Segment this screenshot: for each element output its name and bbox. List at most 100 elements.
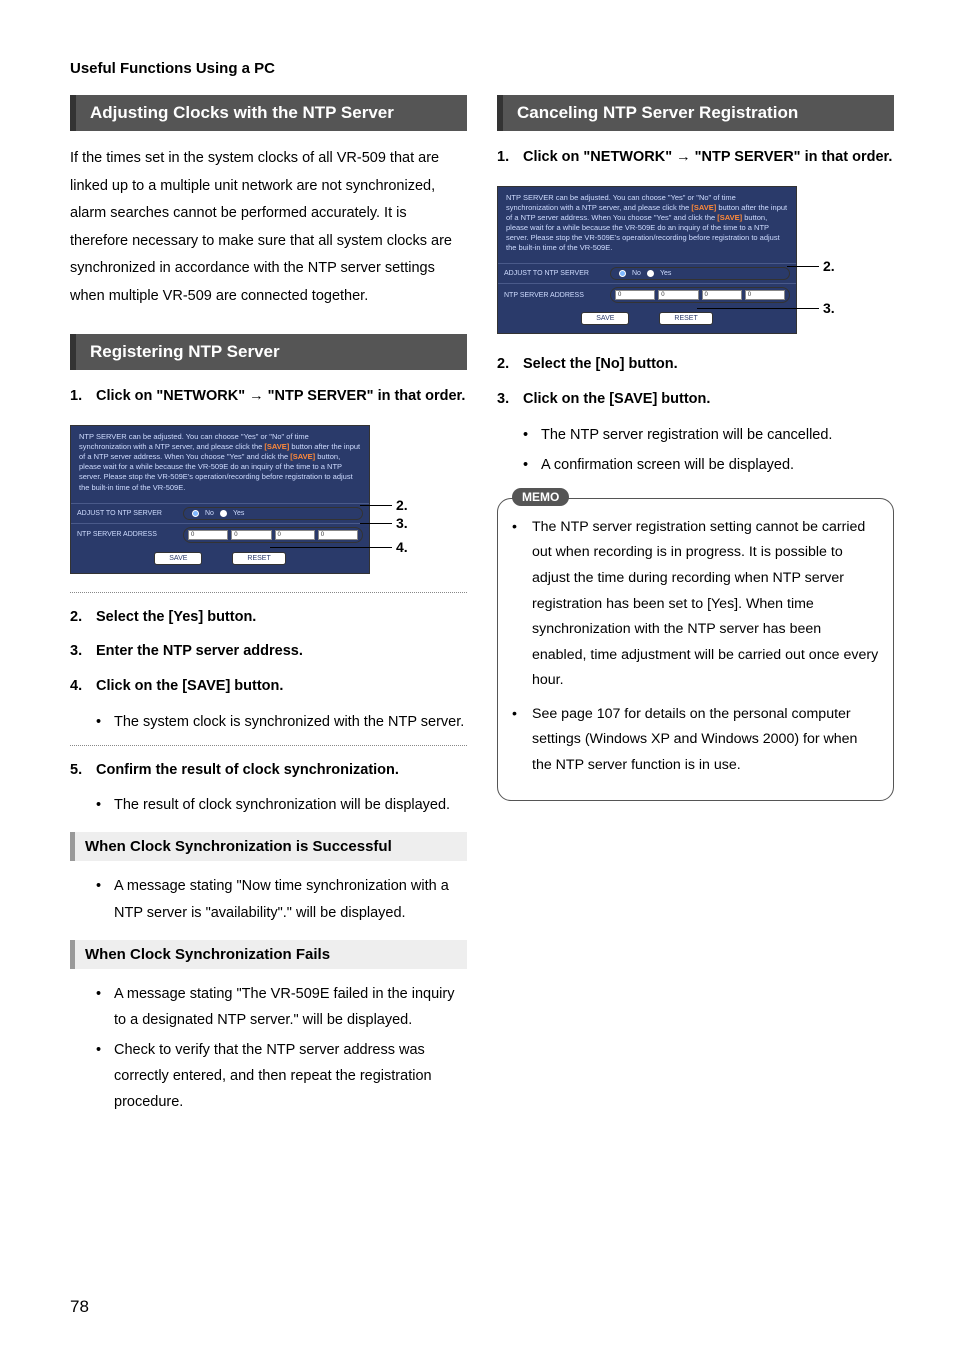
step1-post: "NTP SERVER" in that order. bbox=[691, 149, 893, 165]
reg-steps: 1. Click on "NETWORK" → "NTP SERVER" in … bbox=[70, 384, 467, 409]
step-number: 4. bbox=[70, 674, 96, 699]
memo-text: See page 107 for details on the personal… bbox=[532, 702, 879, 779]
callout-line-3 bbox=[360, 523, 392, 525]
row-address: NTP SERVER ADDRESS 0 0 0 0 bbox=[71, 523, 369, 546]
memo-item: The NTP server registration setting cann… bbox=[512, 515, 879, 694]
save-button[interactable]: SAVE bbox=[154, 552, 202, 565]
radio-no-icon[interactable] bbox=[192, 510, 199, 517]
ip-input-group[interactable]: 0 0 0 0 bbox=[610, 287, 790, 303]
memo-list: The NTP server registration setting cann… bbox=[512, 515, 879, 779]
reg-step-3: 3. Enter the NTP server address. bbox=[70, 639, 467, 664]
reg-step-1: 1. Click on "NETWORK" → "NTP SERVER" in … bbox=[70, 384, 467, 409]
step-text: Confirm the result of clock synchronizat… bbox=[96, 758, 467, 783]
step-text: Click on "NETWORK" → "NTP SERVER" in tha… bbox=[96, 384, 467, 409]
desc-save-1: [SAVE] bbox=[264, 442, 289, 451]
row-adjust: ADJUST TO NTP SERVER No Yes bbox=[71, 503, 369, 523]
arrow-icon: → bbox=[676, 149, 691, 165]
memo-item: See page 107 for details on the personal… bbox=[512, 702, 879, 779]
reg-step-4: 4. Click on the [SAVE] button. bbox=[70, 674, 467, 699]
dotted-separator bbox=[70, 592, 467, 593]
callout-line-4 bbox=[270, 547, 392, 549]
right-column: Canceling NTP Server Registration 1. Cli… bbox=[497, 95, 894, 1125]
ip-seg-4[interactable]: 0 bbox=[318, 530, 358, 540]
step-number: 3. bbox=[70, 639, 96, 664]
radio-no-icon[interactable] bbox=[619, 270, 626, 277]
cancel-step-3: 3. Click on the [SAVE] button. bbox=[497, 387, 894, 412]
row-address: NTP SERVER ADDRESS 0 0 0 0 bbox=[498, 283, 796, 306]
ntp-screenshot-cancel: NTP SERVER can be adjusted. You can choo… bbox=[497, 186, 894, 335]
cancel-step3-sub: The NTP server registration will be canc… bbox=[523, 422, 894, 478]
list-item: The NTP server registration will be canc… bbox=[523, 422, 894, 448]
sync-success-list: A message stating "Now time synchronizat… bbox=[96, 873, 467, 925]
sync-fail-list: A message stating "The VR-509E failed in… bbox=[96, 981, 467, 1115]
radio-no-label: No bbox=[632, 270, 641, 277]
reg-step-5: 5. Confirm the result of clock synchroni… bbox=[70, 758, 467, 783]
radio-group[interactable]: No Yes bbox=[183, 507, 363, 520]
ip-seg-2[interactable]: 0 bbox=[658, 290, 698, 300]
banner-canceling-ntp: Canceling NTP Server Registration bbox=[497, 95, 894, 131]
page-number: 78 bbox=[70, 1297, 89, 1317]
callout-3: 3. bbox=[823, 300, 835, 316]
ip-input-group[interactable]: 0 0 0 0 bbox=[183, 527, 363, 543]
radio-group[interactable]: No Yes bbox=[610, 267, 790, 280]
memo-tag: MEMO bbox=[512, 488, 569, 506]
label-adjust: ADJUST TO NTP SERVER bbox=[77, 510, 177, 517]
sub-text: A message stating "Now time synchronizat… bbox=[114, 873, 467, 925]
sub-text: A message stating "The VR-509E failed in… bbox=[114, 981, 467, 1033]
screenshot-description: NTP SERVER can be adjusted. You can choo… bbox=[498, 187, 796, 264]
sub-text: The result of clock synchronization will… bbox=[114, 792, 450, 818]
label-address: NTP SERVER ADDRESS bbox=[504, 292, 604, 299]
radio-yes-label: Yes bbox=[233, 510, 244, 517]
list-item: A message stating "The VR-509E failed in… bbox=[96, 981, 467, 1033]
ip-seg-1[interactable]: 0 bbox=[188, 530, 228, 540]
desc-save-2: [SAVE] bbox=[290, 452, 315, 461]
ip-seg-3[interactable]: 0 bbox=[702, 290, 742, 300]
callout-line-3 bbox=[697, 308, 819, 310]
step5-sub-item: The result of clock synchronization will… bbox=[96, 792, 467, 818]
step1-pre: Click on "NETWORK" bbox=[96, 388, 249, 404]
radio-no-label: No bbox=[205, 510, 214, 517]
list-item: A confirmation screen will be displayed. bbox=[523, 452, 894, 478]
memo-box: MEMO The NTP server registration setting… bbox=[497, 498, 894, 802]
list-item: A message stating "Now time synchronizat… bbox=[96, 873, 467, 925]
screenshot-panel: NTP SERVER can be adjusted. You can choo… bbox=[70, 425, 370, 574]
screenshot-description: NTP SERVER can be adjusted. You can choo… bbox=[71, 426, 369, 503]
save-button[interactable]: SAVE bbox=[581, 312, 629, 325]
screenshot-buttons: SAVE RESET bbox=[498, 306, 796, 333]
ip-seg-1[interactable]: 0 bbox=[615, 290, 655, 300]
callout-4: 4. bbox=[396, 539, 408, 555]
step-number: 3. bbox=[497, 387, 523, 412]
desc-save-2: [SAVE] bbox=[717, 213, 742, 222]
subheading-sync-success: When Clock Synchronization is Successful bbox=[70, 832, 467, 861]
intro-paragraph: If the times set in the system clocks of… bbox=[70, 145, 467, 310]
subheading-sync-fail: When Clock Synchronization Fails bbox=[70, 940, 467, 969]
step-text: Click on the [SAVE] button. bbox=[523, 387, 894, 412]
step-number: 1. bbox=[497, 145, 523, 170]
page-header: Useful Functions Using a PC bbox=[70, 60, 894, 77]
screenshot-panel: NTP SERVER can be adjusted. You can choo… bbox=[497, 186, 797, 335]
dotted-separator bbox=[70, 745, 467, 746]
cancel-step-1: 1. Click on "NETWORK" → "NTP SERVER" in … bbox=[497, 145, 894, 170]
step1-pre: Click on "NETWORK" bbox=[523, 149, 676, 165]
step-text: Click on "NETWORK" → "NTP SERVER" in tha… bbox=[523, 145, 894, 170]
radio-yes-icon[interactable] bbox=[220, 510, 227, 517]
ip-seg-4[interactable]: 0 bbox=[745, 290, 785, 300]
step-text: Select the [Yes] button. bbox=[96, 605, 467, 630]
left-column: Adjusting Clocks with the NTP Server If … bbox=[70, 95, 467, 1125]
callout-2: 2. bbox=[823, 258, 835, 274]
radio-yes-icon[interactable] bbox=[647, 270, 654, 277]
step-text: Click on the [SAVE] button. bbox=[96, 674, 467, 699]
step1-post: "NTP SERVER" in that order. bbox=[264, 388, 466, 404]
step4-sub-item: The system clock is synchronized with th… bbox=[96, 709, 467, 735]
sub-text: A confirmation screen will be displayed. bbox=[541, 452, 794, 478]
ip-seg-3[interactable]: 0 bbox=[275, 530, 315, 540]
reg-step-2: 2. Select the [Yes] button. bbox=[70, 605, 467, 630]
ip-seg-2[interactable]: 0 bbox=[231, 530, 271, 540]
screenshot-buttons: SAVE RESET bbox=[71, 546, 369, 573]
reset-button[interactable]: RESET bbox=[232, 552, 285, 565]
reset-button[interactable]: RESET bbox=[659, 312, 712, 325]
callout-line-2 bbox=[360, 505, 392, 507]
step-number: 1. bbox=[70, 384, 96, 409]
radio-yes-label: Yes bbox=[660, 270, 671, 277]
list-item: Check to verify that the NTP server addr… bbox=[96, 1037, 467, 1115]
